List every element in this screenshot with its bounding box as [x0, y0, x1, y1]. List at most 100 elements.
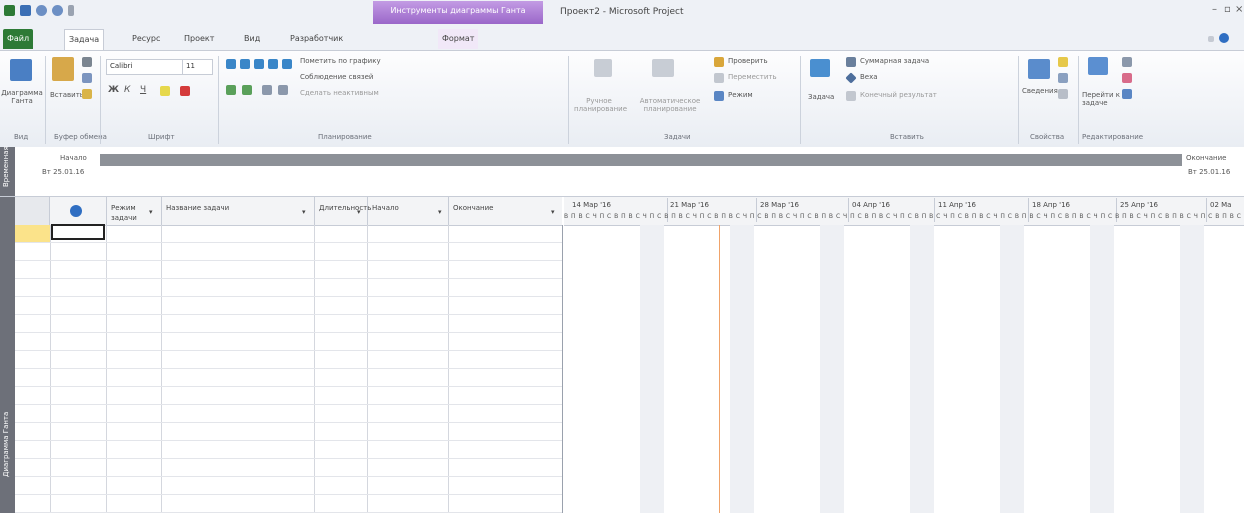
tab-resource[interactable]: Ресурс — [128, 29, 164, 49]
tab-view[interactable]: Вид — [240, 29, 264, 49]
grid-row-line — [15, 260, 562, 261]
fill-icon[interactable] — [1122, 89, 1132, 99]
help-icon[interactable] — [1219, 33, 1229, 43]
column-duration[interactable]: Длительность ▾ — [315, 197, 371, 225]
progress-25-icon[interactable] — [240, 59, 250, 69]
inspect-button[interactable]: Проверить — [728, 57, 768, 65]
current-date-line — [719, 225, 720, 513]
group-label-schedule: Планирование — [318, 133, 372, 141]
insert-task-button[interactable]: Задача — [808, 93, 834, 101]
bold-button[interactable]: Ж — [108, 85, 119, 95]
tab-format[interactable]: Формат — [438, 29, 479, 49]
progress-0-icon[interactable] — [226, 59, 236, 69]
timeline-side-tab: Временная — [0, 146, 15, 196]
mark-on-track-button[interactable]: Пометить по графику — [300, 57, 381, 65]
highlight-color-icon[interactable] — [160, 86, 170, 96]
manual-schedule-button[interactable]: Ручное планирование — [574, 97, 627, 113]
nonworking-days-shade — [1090, 225, 1114, 513]
week-label: 14 Мар '16 — [572, 201, 611, 209]
task-grid[interactable] — [15, 197, 562, 513]
progress-75-icon[interactable] — [268, 59, 278, 69]
copy-icon[interactable] — [82, 73, 92, 83]
respect-links-button[interactable]: Соблюдение связей — [300, 73, 373, 81]
underline-button[interactable]: Ч — [140, 85, 146, 95]
select-all-cell[interactable] — [15, 197, 50, 225]
column-task-mode-label: Режим задачи — [111, 204, 137, 222]
deliverable-button[interactable]: Конечный результат — [860, 91, 937, 99]
save-icon[interactable] — [20, 5, 31, 16]
column-start[interactable]: Начало ▾ — [368, 197, 449, 225]
grid-row-line — [15, 458, 562, 459]
group-label-view: Вид — [14, 133, 29, 141]
move-button[interactable]: Переместить — [728, 73, 777, 81]
close-icon[interactable]: × — [1235, 4, 1243, 15]
indent-icon[interactable] — [242, 85, 252, 95]
nonworking-days-shade — [820, 225, 844, 513]
group-separator — [1078, 56, 1079, 144]
grid-row-line — [15, 476, 562, 477]
column-task-mode[interactable]: Режим задачи ▾ — [107, 197, 162, 225]
progress-100-icon[interactable] — [282, 59, 292, 69]
grid-vline — [314, 225, 315, 513]
inactivate-button[interactable]: Сделать неактивным — [300, 89, 379, 97]
progress-50-icon[interactable] — [254, 59, 264, 69]
column-start-dropdown-icon[interactable]: ▾ — [438, 207, 442, 217]
font-color-icon[interactable] — [180, 86, 190, 96]
minimize-icon[interactable]: – — [1212, 4, 1217, 15]
outdent-icon[interactable] — [226, 85, 236, 95]
tab-developer[interactable]: Разработчик — [286, 29, 347, 49]
notes-icon[interactable] — [1058, 57, 1068, 67]
app-icon — [4, 5, 15, 16]
week-label: 18 Апр '16 — [1032, 201, 1070, 209]
column-duration-dropdown-icon[interactable]: ▾ — [357, 207, 361, 217]
add-to-timeline-icon[interactable] — [1058, 89, 1068, 99]
gantt-chart[interactable] — [564, 197, 1244, 513]
milestone-button[interactable]: Веха — [860, 73, 878, 81]
goto-task-icon — [1088, 57, 1108, 75]
minimize-ribbon-icon[interactable] — [1208, 36, 1214, 42]
group-label-font: Шрифт — [148, 133, 175, 141]
row-header-selected[interactable] — [15, 225, 50, 242]
link-tasks-icon[interactable] — [262, 85, 272, 95]
timeline-bar[interactable] — [100, 154, 1182, 166]
active-cell[interactable] — [51, 224, 105, 240]
information-button[interactable]: Сведения — [1022, 87, 1058, 95]
font-size-combo[interactable]: 11 — [182, 59, 213, 75]
grid-row-line — [15, 314, 562, 315]
day-letters-row: В П В С Ч П С В П В С Ч П С В П В С Ч П … — [564, 213, 1244, 220]
summary-task-button[interactable]: Суммарная задача — [860, 57, 929, 65]
mode-icon — [714, 91, 724, 101]
auto-schedule-button[interactable]: Автоматическое планирование — [638, 97, 702, 113]
font-name-combo[interactable]: Calibri — [106, 59, 183, 75]
restore-icon[interactable]: ▫ — [1224, 4, 1231, 15]
redo-icon[interactable] — [52, 5, 63, 16]
tab-task[interactable]: Задача — [64, 29, 105, 50]
nonworking-days-shade — [1180, 225, 1204, 513]
goto-task-button[interactable]: Перейти к задаче — [1082, 91, 1122, 107]
column-finish[interactable]: Окончание ▾ — [449, 197, 561, 225]
details-icon[interactable] — [1058, 73, 1068, 83]
find-icon[interactable] — [1122, 57, 1132, 67]
cut-icon[interactable] — [82, 57, 92, 67]
tab-project[interactable]: Проект — [180, 29, 218, 49]
gantt-view-button[interactable]: Диаграмма Ганта — [0, 89, 44, 105]
undo-icon[interactable] — [36, 5, 47, 16]
view-side-tab: Диаграмма Ганта — [0, 197, 15, 513]
clear-icon[interactable] — [1122, 73, 1132, 83]
format-painter-icon[interactable] — [82, 89, 92, 99]
customize-qat-icon[interactable] — [68, 5, 74, 16]
group-separator — [568, 56, 569, 144]
tab-file[interactable]: Файл — [3, 29, 34, 49]
column-task-mode-dropdown-icon[interactable]: ▾ — [149, 207, 153, 217]
group-separator — [45, 56, 46, 144]
column-task-name[interactable]: Название задачи ▾ — [162, 197, 315, 225]
group-label-tasks: Задачи — [664, 133, 691, 141]
grid-vline — [50, 225, 51, 513]
unlink-tasks-icon[interactable] — [278, 85, 288, 95]
column-finish-dropdown-icon[interactable]: ▾ — [551, 207, 555, 217]
column-task-name-dropdown-icon[interactable]: ▾ — [302, 207, 306, 217]
mode-button[interactable]: Режим — [728, 91, 753, 99]
italic-button[interactable]: К — [124, 85, 130, 95]
column-indicators[interactable] — [50, 197, 107, 225]
paste-button[interactable]: Вставить — [50, 91, 84, 99]
